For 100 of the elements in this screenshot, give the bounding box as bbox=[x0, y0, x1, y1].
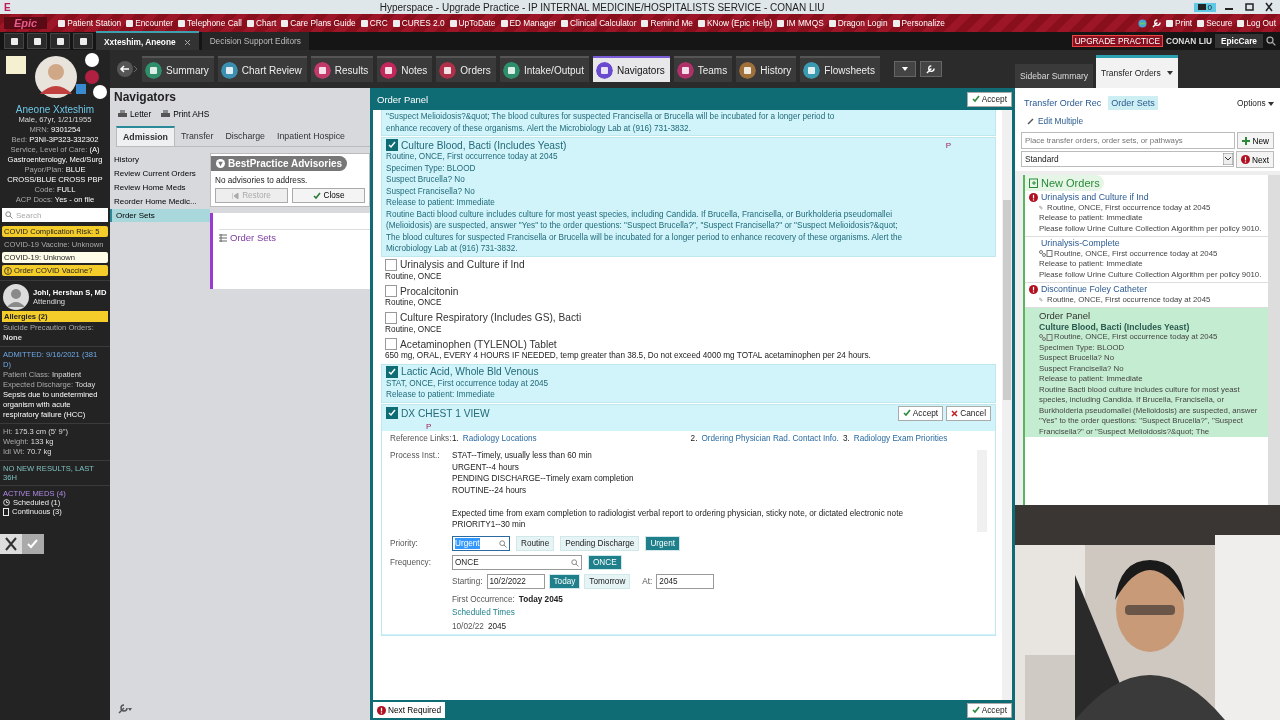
toolbar-button[interactable]: CRC bbox=[360, 18, 388, 28]
workspace-tab[interactable]: Decision Support Editors bbox=[201, 32, 309, 50]
activity-tab[interactable]: Orders bbox=[436, 56, 496, 82]
order-title[interactable]: Culture Respiratory (Includes GS), Bacti bbox=[400, 312, 992, 323]
reference-link[interactable]: Ordering Physician Rad. Contact Info. bbox=[701, 432, 839, 444]
order-title[interactable]: Acetaminophen (TYLENOL) Tablet bbox=[400, 338, 992, 350]
accept-button[interactable]: Accept bbox=[966, 91, 1012, 107]
order-tab[interactable]: Transfer Order Rec bbox=[1021, 96, 1105, 110]
toolbar-button[interactable]: Log Out bbox=[1237, 18, 1276, 28]
toolbar-button[interactable]: Print bbox=[1166, 18, 1193, 28]
order-title[interactable]: DX CHEST 1 VIEW bbox=[401, 407, 895, 419]
navigator-item[interactable]: Review Home Meds bbox=[110, 181, 210, 194]
toolbar-button[interactable]: Telephone Call bbox=[178, 18, 242, 28]
toolbar-button[interactable]: UpToDate bbox=[449, 18, 496, 28]
order-tab[interactable]: Order Sets bbox=[1108, 96, 1158, 110]
sidebar-tab[interactable]: Sidebar Summary bbox=[1015, 64, 1094, 88]
toolbar-button[interactable]: Secure bbox=[1197, 18, 1233, 28]
activity-tab[interactable]: History bbox=[736, 56, 797, 82]
day-option[interactable]: Tomorrow bbox=[584, 574, 631, 589]
toolbar-button[interactable]: Care Plans Guide bbox=[281, 18, 356, 28]
activity-tab[interactable]: Teams bbox=[673, 56, 733, 82]
toolbar-button[interactable]: IM MMQS bbox=[777, 18, 824, 28]
toolbar-button[interactable]: Personalize bbox=[892, 18, 945, 28]
activity-tab[interactable]: Navigators bbox=[592, 56, 670, 82]
mail-button[interactable]: 0 bbox=[1193, 2, 1216, 12]
order-title[interactable]: Culture Blood, Bacti (Includes Yeast) bbox=[401, 139, 943, 151]
toolbar-icon[interactable] bbox=[73, 33, 93, 49]
toolbar-button[interactable]: CURES 2.0 bbox=[392, 18, 445, 28]
toolbar-button[interactable]: Dragon Login bbox=[828, 18, 888, 28]
dropdown-icon[interactable] bbox=[1222, 153, 1233, 165]
order-title[interactable]: Discontinue Foley Catheter bbox=[1041, 284, 1148, 295]
epic-logo[interactable]: Epic bbox=[4, 17, 48, 29]
next-required-button[interactable]: Next Required bbox=[373, 702, 446, 718]
order-title[interactable]: Culture Blood, Bacti (Includes Yeast) bbox=[1039, 321, 1264, 332]
toolbar-button[interactable]: Clinical Calculator bbox=[561, 18, 637, 28]
toolbar-icon[interactable] bbox=[50, 33, 70, 49]
order-sets-link[interactable]: Order Sets bbox=[219, 229, 370, 245]
navigator-item[interactable]: Reorder Home Medic... bbox=[110, 195, 210, 208]
reference-link[interactable]: Radiology Exam Priorities bbox=[853, 432, 948, 444]
date-field[interactable]: 10/2/2022 bbox=[486, 574, 545, 589]
accept-button[interactable]: Accept bbox=[897, 405, 944, 421]
activity-tab[interactable]: Results bbox=[310, 56, 374, 82]
navigator-item[interactable]: Review Current Orders bbox=[110, 167, 210, 180]
sidebar-tab[interactable]: Transfer Orders bbox=[1096, 55, 1178, 88]
new-button[interactable]: New bbox=[1237, 132, 1274, 149]
order-title[interactable]: Procalcitonin bbox=[400, 285, 992, 297]
order-title[interactable]: Urinalysis and Culture if Ind bbox=[1041, 192, 1149, 203]
advisory-button[interactable]: Close bbox=[292, 188, 365, 203]
navigator-item[interactable]: History bbox=[110, 153, 210, 166]
wrench-button[interactable] bbox=[919, 61, 942, 77]
day-option[interactable]: Today bbox=[548, 574, 581, 589]
restore-icon[interactable] bbox=[1242, 2, 1256, 12]
scrollbar[interactable] bbox=[1002, 110, 1012, 700]
navigator-tab[interactable]: Inpatient Hospice bbox=[271, 126, 351, 146]
toolbar-icon[interactable] bbox=[27, 33, 47, 49]
toolbar-button[interactable]: KNow (Epic Help) bbox=[697, 18, 773, 28]
navigator-item[interactable]: Order Sets bbox=[110, 209, 210, 222]
order-title[interactable]: Urinalysis-Complete bbox=[1041, 238, 1120, 249]
toolbar-button[interactable]: ED Manager bbox=[500, 18, 557, 28]
status-widget[interactable] bbox=[0, 534, 44, 554]
activity-tab[interactable]: Intake/Output bbox=[499, 56, 589, 82]
close-icon[interactable] bbox=[183, 38, 191, 46]
toolbar-button[interactable]: Chart bbox=[246, 18, 277, 28]
wrench-icon[interactable] bbox=[118, 704, 132, 714]
search-icon[interactable] bbox=[1266, 36, 1276, 46]
order-title[interactable]: Lactic Acid, Whole Bld Venous bbox=[401, 366, 991, 377]
scrollbar[interactable] bbox=[1268, 175, 1280, 505]
dropdown-button[interactable] bbox=[893, 61, 916, 77]
edit-multiple-link[interactable]: Edit Multiple bbox=[1027, 116, 1274, 126]
checkbox[interactable] bbox=[386, 139, 398, 151]
toolbar-button[interactable]: Remind Me bbox=[641, 18, 693, 28]
priority-option[interactable]: Routine bbox=[516, 536, 555, 551]
toolbar-button[interactable]: Encounter bbox=[126, 18, 174, 28]
frequency-option[interactable]: ONCE bbox=[588, 555, 622, 570]
activity-tab[interactable]: Chart Review bbox=[217, 56, 307, 82]
letter-button[interactable]: Letter bbox=[118, 109, 152, 119]
toolbar-icon[interactable] bbox=[4, 33, 24, 49]
navigator-tab[interactable]: Admission bbox=[116, 126, 175, 146]
priority-option[interactable]: Urgent bbox=[645, 536, 680, 551]
back-icon[interactable] bbox=[116, 59, 138, 79]
priority-option[interactable]: Pending Discharge bbox=[560, 536, 640, 551]
mode-dropdown[interactable]: Standard bbox=[1021, 151, 1234, 167]
next-button[interactable]: Next bbox=[1235, 151, 1274, 168]
checkbox[interactable] bbox=[385, 338, 397, 350]
close-icon[interactable] bbox=[1262, 2, 1276, 12]
activity-tab[interactable]: Flowsheets bbox=[800, 56, 880, 82]
checkbox[interactable] bbox=[385, 285, 397, 297]
workspace-tab[interactable]: Xxteshim, Aneone bbox=[96, 31, 199, 51]
frequency-field[interactable]: ONCE bbox=[452, 555, 582, 570]
checkbox[interactable] bbox=[386, 365, 398, 378]
cancel-button[interactable]: Cancel bbox=[946, 405, 991, 421]
scheduled-times-toggle[interactable]: Scheduled Times bbox=[452, 606, 987, 620]
globe-icon[interactable] bbox=[1138, 18, 1148, 28]
checkbox[interactable] bbox=[386, 407, 398, 419]
navigator-tab[interactable]: Discharge bbox=[219, 126, 271, 146]
checkbox[interactable] bbox=[385, 258, 397, 271]
wrench-icon[interactable] bbox=[1152, 18, 1162, 28]
time-field[interactable]: 2045 bbox=[656, 574, 715, 589]
order-title[interactable]: Urinalysis and Culture if Ind bbox=[400, 259, 992, 270]
options-menu[interactable]: Options bbox=[1237, 98, 1274, 108]
